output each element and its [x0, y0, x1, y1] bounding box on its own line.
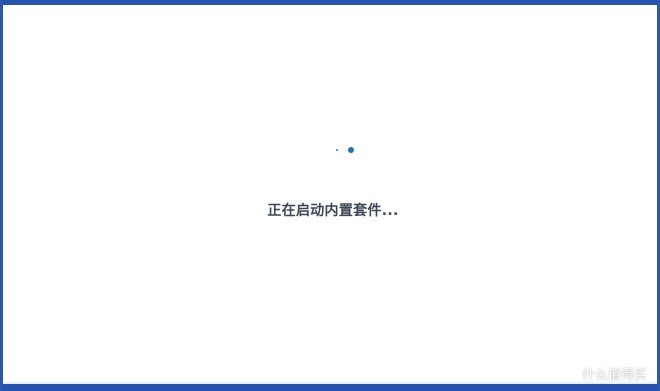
watermark: 什么值得买: [561, 364, 647, 383]
top-accent-bar: [3, 0, 657, 5]
watermark-logo-icon: [561, 365, 578, 382]
spinner-dot-small: [336, 149, 338, 151]
watermark-text: 什么值得买: [581, 368, 647, 383]
spinner-dot-large: [348, 147, 354, 153]
loading-spinner-icon: [332, 145, 356, 155]
loading-window: 正在启动内置套件... 什么值得买: [0, 0, 660, 391]
bottom-accent-bar: [3, 384, 657, 391]
loading-status-text: 正在启动内置套件...: [267, 203, 399, 219]
